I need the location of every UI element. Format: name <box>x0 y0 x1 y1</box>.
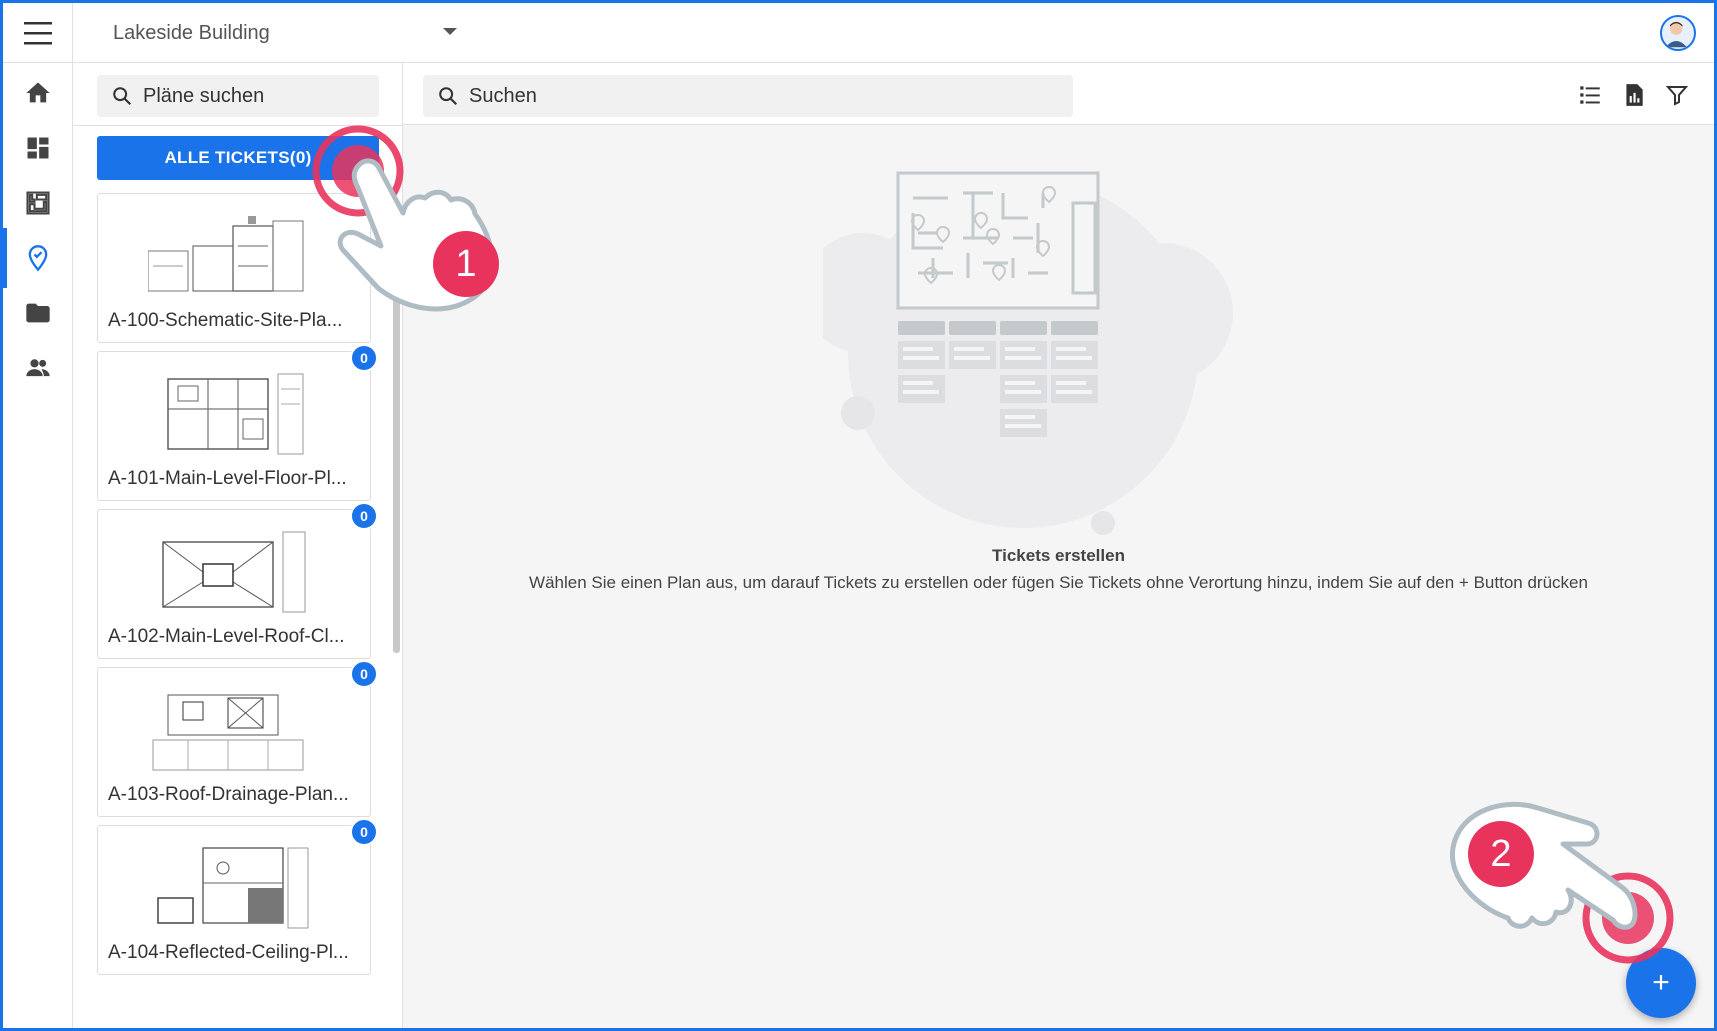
caret-down-icon[interactable] <box>443 28 457 35</box>
plan-thumbnail <box>167 373 304 455</box>
step-badge: 1 <box>433 231 499 297</box>
ticket-count-badge: 0 <box>350 344 378 372</box>
plan-thumbnail <box>157 847 309 929</box>
navigation-rail <box>3 63 73 1028</box>
plans-search-placeholder: Pläne suchen <box>143 84 265 107</box>
hamburger-menu-icon <box>23 22 52 45</box>
plan-card[interactable]: 0 A-102-Main-Level-Roof-Cl... <box>97 502 378 659</box>
rail-item-tickets[interactable] <box>3 228 73 288</box>
empty-state-title: Tickets erstellen <box>992 546 1125 565</box>
plan-name: A-101-Main-Level-Floor-Pl... <box>108 468 347 489</box>
list-view-button[interactable] <box>1575 80 1605 110</box>
ticket-search-input[interactable]: Suchen <box>423 75 1073 117</box>
main-toolbar: Suchen <box>403 63 1714 125</box>
ticket-count-badge: 0 <box>350 502 378 530</box>
people-icon <box>26 359 50 377</box>
plan-thumbnail <box>152 694 304 771</box>
plans-search-input[interactable]: Pläne suchen <box>97 75 379 117</box>
plan-name: A-103-Roof-Drainage-Plan... <box>108 784 349 805</box>
menu-button[interactable] <box>3 3 73 63</box>
rail-item-documents[interactable] <box>3 283 73 343</box>
plans-panel: Pläne suchen ALLE TICKETS(0) A-100-Schem… <box>73 63 403 1028</box>
top-bar: Lakeside Building <box>3 3 1714 63</box>
all-tickets-button[interactable]: ALLE TICKETS(0) <box>97 136 379 180</box>
step-badge: 2 <box>1468 821 1534 887</box>
filter-icon <box>1665 86 1689 106</box>
divider <box>73 125 402 126</box>
filter-button[interactable] <box>1662 80 1692 110</box>
folder-icon <box>26 303 50 323</box>
plan-card[interactable]: A-100-Schematic-Site-Pla... <box>97 193 371 343</box>
plan-name: A-100-Schematic-Site-Pla... <box>108 310 343 331</box>
plan-name: A-104-Reflected-Ceiling-Pl... <box>108 942 349 963</box>
report-button[interactable] <box>1619 80 1649 110</box>
rail-item-people[interactable] <box>3 338 73 398</box>
scrollbar-thumb[interactable] <box>393 253 400 653</box>
empty-state-description: Wählen Sie einen Plan aus, um darauf Tic… <box>529 573 1588 592</box>
rail-item-plans[interactable] <box>3 173 73 233</box>
plan-card[interactable]: 0 A-104-Reflected-Ceiling-Pl... <box>97 818 378 975</box>
floorplan-icon <box>26 191 50 215</box>
location-check-icon <box>28 245 48 272</box>
list-icon <box>1580 86 1600 104</box>
ticket-count-badge: 0 <box>350 818 378 846</box>
ticket-search-placeholder: Suchen <box>469 84 537 107</box>
plan-thumbnail <box>162 531 306 613</box>
project-selector[interactable]: Lakeside Building <box>113 3 270 63</box>
plan-card[interactable]: 0 A-101-Main-Level-Floor-Pl... <box>97 344 378 501</box>
plan-thumbnail <box>148 216 304 292</box>
report-icon <box>1626 84 1643 106</box>
app-window: Lakeside Building Pläne suchen ALLE TICK… <box>0 0 1717 1031</box>
empty-state-illustration <box>823 171 1233 535</box>
plan-name: A-102-Main-Level-Roof-Cl... <box>108 626 345 647</box>
dashboard-icon <box>27 137 49 159</box>
rail-item-dashboard[interactable] <box>3 118 73 178</box>
ticket-count-badge: 0 <box>350 660 378 688</box>
search-icon <box>439 87 458 106</box>
plan-card[interactable]: 0 A-103-Roof-Drainage-Plan... <box>97 660 378 817</box>
add-ticket-button[interactable]: + <box>1626 948 1696 1018</box>
home-icon <box>26 82 50 103</box>
main-content: Suchen Tickets erstellen Wählen Sie eine… <box>403 63 1714 1028</box>
search-icon <box>113 87 132 106</box>
user-avatar[interactable] <box>1660 15 1696 51</box>
rail-item-home[interactable] <box>3 63 73 123</box>
